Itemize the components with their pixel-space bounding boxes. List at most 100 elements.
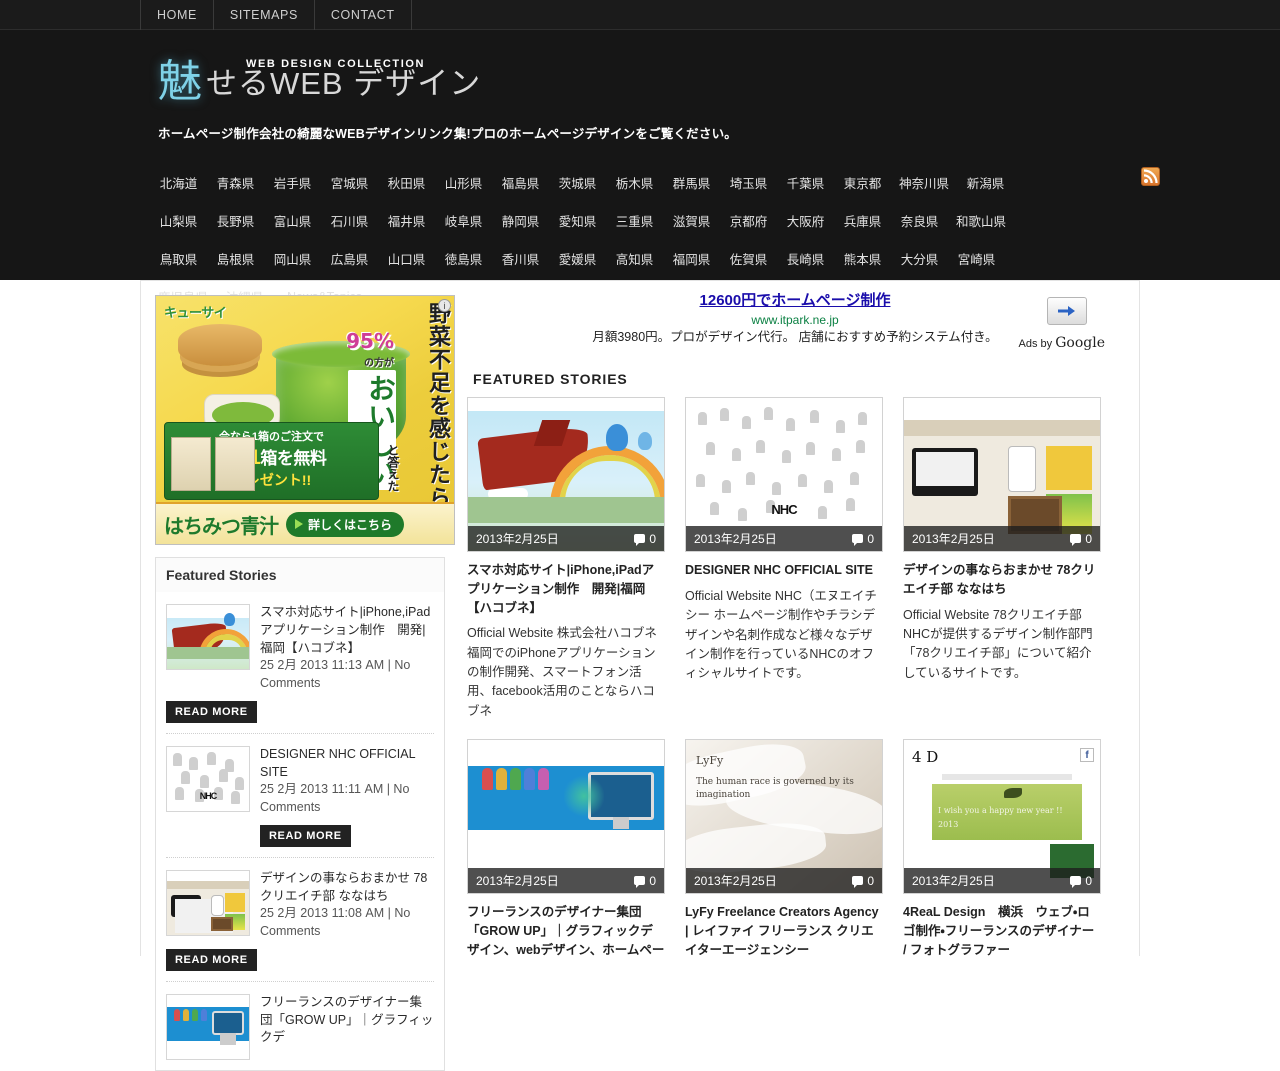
list-item-title[interactable]: フリーランスのデザイナー集団「GROW UP」｜グラフィックデ bbox=[260, 994, 434, 1047]
card-thumbnail-hakobune[interactable]: 2013年2月25日 0 bbox=[467, 397, 665, 552]
pref-link-kagawa[interactable]: 香川県 bbox=[492, 249, 549, 268]
pref-link-tochigi[interactable]: 栃木県 bbox=[606, 173, 663, 192]
pref-link-fukushima[interactable]: 福島県 bbox=[492, 173, 549, 192]
card-thumbnail-lyfy[interactable]: LyFy The human race is governed by its i… bbox=[685, 739, 883, 895]
story-card[interactable]: NHC 2013年2月25日 0 DESIGNER NHC OFFICIAL S… bbox=[685, 397, 883, 721]
pref-link-tokyo[interactable]: 東京都 bbox=[834, 173, 891, 192]
list-item[interactable]: デザインの事ならおまかせ 78クリエイチ部 ななはち 25 2月 2013 11… bbox=[166, 858, 434, 982]
pref-link-yamanashi[interactable]: 山梨県 bbox=[150, 211, 207, 230]
pref-link-yamagata[interactable]: 山形県 bbox=[435, 173, 492, 192]
pref-link-shizuoka[interactable]: 静岡県 bbox=[492, 211, 549, 230]
pref-link-oita[interactable]: 大分県 bbox=[891, 249, 948, 268]
card-title[interactable]: LyFy Freelance Creators Agency | レイファイ フ… bbox=[685, 903, 883, 956]
pref-link-hiroshima[interactable]: 広島県 bbox=[321, 249, 378, 268]
pref-link-miyagi[interactable]: 宮城県 bbox=[321, 173, 378, 192]
pref-link-saga[interactable]: 佐賀県 bbox=[720, 249, 777, 268]
pref-link-kumamoto[interactable]: 熊本県 bbox=[834, 249, 891, 268]
adsense-next-button[interactable] bbox=[1047, 297, 1087, 325]
card-date: 2013年2月25日 bbox=[912, 874, 995, 889]
list-item-title[interactable]: スマホ対応サイト|iPhone,iPadアプリケーション制作 開発|福岡【ハコブ… bbox=[260, 604, 434, 657]
read-more-button[interactable]: READ MORE bbox=[260, 824, 351, 847]
pref-link-saitama[interactable]: 埼玉県 bbox=[720, 173, 777, 192]
card-thumbnail-growup[interactable]: 2013年2月25日 0 bbox=[467, 739, 665, 895]
pref-link-gunma[interactable]: 群馬県 bbox=[663, 173, 720, 192]
pref-link-aichi[interactable]: 愛知県 bbox=[549, 211, 606, 230]
pref-link-iwate[interactable]: 岩手県 bbox=[264, 173, 321, 192]
pref-link-tottori[interactable]: 鳥取県 bbox=[150, 249, 207, 268]
top-bar: HOME SITEMAPS CONTACT bbox=[0, 0, 1280, 30]
card-thumbnail-nanahachi[interactable]: 2013年2月25日 0 bbox=[903, 397, 1101, 552]
pref-link-tokushima[interactable]: 徳島県 bbox=[435, 249, 492, 268]
ad-info-icon[interactable]: i bbox=[438, 299, 451, 312]
story-card[interactable]: 4 D f I wish you a happy new year !! 201… bbox=[903, 739, 1101, 956]
main-content: 12600円でホームページ制作 www.itpark.ne.jp 月額3980円… bbox=[459, 281, 1139, 956]
sidebar-ad-banner[interactable]: i キューサイ 95% の方が 野菜不足を感じたら おいしい と答えた 青汁 ※… bbox=[155, 295, 455, 545]
card-title[interactable]: フリーランスのデザイナー集団「GROW UP」｜グラフィックデザイン、webデザ… bbox=[467, 903, 665, 956]
card-title[interactable]: 4ReaL Design 横浜 ウェブ・ロゴ制作・フリーランスのデザイナー / … bbox=[903, 903, 1101, 956]
pref-link-kochi[interactable]: 高知県 bbox=[606, 249, 663, 268]
card-comment-number: 0 bbox=[867, 873, 874, 888]
list-item[interactable]: スマホ対応サイト|iPhone,iPadアプリケーション制作 開発|福岡【ハコブ… bbox=[166, 592, 434, 734]
topnav-item-home[interactable]: HOME bbox=[140, 0, 214, 30]
ad-offer-mid-post: 箱を無料 bbox=[260, 449, 327, 468]
thumbnail-nanahachi[interactable] bbox=[166, 869, 250, 936]
ads-by-label: Ads by bbox=[1018, 338, 1053, 350]
site-logo[interactable]: 魅 WEB DESIGN COLLECTION せるWEB デザイン bbox=[0, 30, 1280, 103]
pref-link-nara[interactable]: 奈良県 bbox=[891, 211, 948, 230]
pref-link-nagasaki[interactable]: 長崎県 bbox=[777, 249, 834, 268]
pref-link-ibaraki[interactable]: 茨城県 bbox=[549, 173, 606, 192]
thumbnail-growup[interactable] bbox=[166, 993, 250, 1060]
pref-link-miyazaki[interactable]: 宮崎県 bbox=[948, 249, 1005, 268]
pref-link-ehime[interactable]: 愛媛県 bbox=[549, 249, 606, 268]
card-thumbnail-nhc[interactable]: NHC 2013年2月25日 0 bbox=[685, 397, 883, 552]
pref-link-fukuoka[interactable]: 福岡県 bbox=[663, 249, 720, 268]
list-item[interactable]: フリーランスのデザイナー集団「GROW UP」｜グラフィックデ bbox=[166, 982, 434, 1070]
pref-link-shimane[interactable]: 島根県 bbox=[207, 249, 264, 268]
pref-link-gifu[interactable]: 岐阜県 bbox=[435, 211, 492, 230]
ad-offer-packages bbox=[171, 437, 255, 491]
story-card[interactable]: 2013年2月25日 0 デザインの事ならおまかせ 78クリエイチ部 ななはち … bbox=[903, 397, 1101, 721]
pref-link-osaka[interactable]: 大阪府 bbox=[777, 211, 834, 230]
card-thumbnail-fourreal[interactable]: 4 D f I wish you a happy new year !! 201… bbox=[903, 739, 1101, 895]
pref-link-akita[interactable]: 秋田県 bbox=[378, 173, 435, 192]
thumbnail-nhc[interactable]: NHC bbox=[166, 745, 250, 812]
thumbnail-hakobune[interactable] bbox=[166, 604, 250, 670]
pref-link-kanagawa[interactable]: 神奈川県 bbox=[891, 173, 957, 192]
pref-link-toyama[interactable]: 富山県 bbox=[264, 211, 321, 230]
list-item-title[interactable]: デザインの事ならおまかせ 78クリエイチ部 ななはち bbox=[260, 870, 434, 906]
ad-cta-button[interactable]: 詳しくはこちら bbox=[286, 511, 405, 537]
story-card[interactable]: 2013年2月25日 0 フリーランスのデザイナー集団「GROW UP」｜グラフ… bbox=[467, 739, 665, 956]
read-more-button[interactable]: READ MORE bbox=[166, 700, 257, 723]
pref-link-yamaguchi[interactable]: 山口県 bbox=[378, 249, 435, 268]
pref-link-niigata[interactable]: 新潟県 bbox=[957, 173, 1014, 192]
story-card[interactable]: LyFy The human race is governed by its i… bbox=[685, 739, 883, 956]
facebook-icon: f bbox=[1080, 748, 1094, 763]
card-title[interactable]: デザインの事ならおまかせ 78クリエイチ部 ななはち bbox=[903, 561, 1101, 599]
pref-link-mie[interactable]: 三重県 bbox=[606, 211, 663, 230]
pref-link-ishikawa[interactable]: 石川県 bbox=[321, 211, 378, 230]
pref-link-aomori[interactable]: 青森県 bbox=[207, 173, 264, 192]
ad-pancake-image bbox=[178, 324, 262, 366]
pref-link-hokkaido[interactable]: 北海道 bbox=[150, 173, 207, 192]
ad-footer-bar[interactable]: はちみつ青汁 詳しくはこちら bbox=[156, 502, 454, 544]
topnav-item-sitemaps[interactable]: SITEMAPS bbox=[214, 0, 315, 30]
pref-link-wakayama[interactable]: 和歌山県 bbox=[948, 211, 1014, 230]
topnav-item-contact[interactable]: CONTACT bbox=[315, 0, 412, 30]
rss-icon[interactable] bbox=[1141, 166, 1160, 186]
lyfy-brand-text: LyFy bbox=[696, 754, 724, 768]
list-item[interactable]: NHC DESIGNER NHC OFFICIAL SITE 25 2月 201… bbox=[166, 734, 434, 858]
pref-link-fukui[interactable]: 福井県 bbox=[378, 211, 435, 230]
list-item-title[interactable]: DESIGNER NHC OFFICIAL SITE bbox=[260, 746, 434, 782]
adsense-url: www.itpark.ne.jp bbox=[751, 312, 839, 327]
story-card[interactable]: 2013年2月25日 0 スマホ対応サイト|iPhone,iPadアプリケーショ… bbox=[467, 397, 665, 721]
pref-link-chiba[interactable]: 千葉県 bbox=[777, 173, 834, 192]
pref-link-nagano[interactable]: 長野県 bbox=[207, 211, 264, 230]
pref-link-hyogo[interactable]: 兵庫県 bbox=[834, 211, 891, 230]
adsense-headline-link[interactable]: 12600円でホームページ制作 bbox=[467, 291, 1123, 311]
pref-link-shiga[interactable]: 滋賀県 bbox=[663, 211, 720, 230]
pref-link-okayama[interactable]: 岡山県 bbox=[264, 249, 321, 268]
card-title[interactable]: DESIGNER NHC OFFICIAL SITE bbox=[685, 561, 883, 580]
card-meta-bar: 2013年2月25日 0 bbox=[468, 526, 664, 551]
pref-link-kyoto[interactable]: 京都府 bbox=[720, 211, 777, 230]
card-title[interactable]: スマホ対応サイト|iPhone,iPadアプリケーション制作 開発|福岡【ハコブ… bbox=[467, 561, 665, 617]
